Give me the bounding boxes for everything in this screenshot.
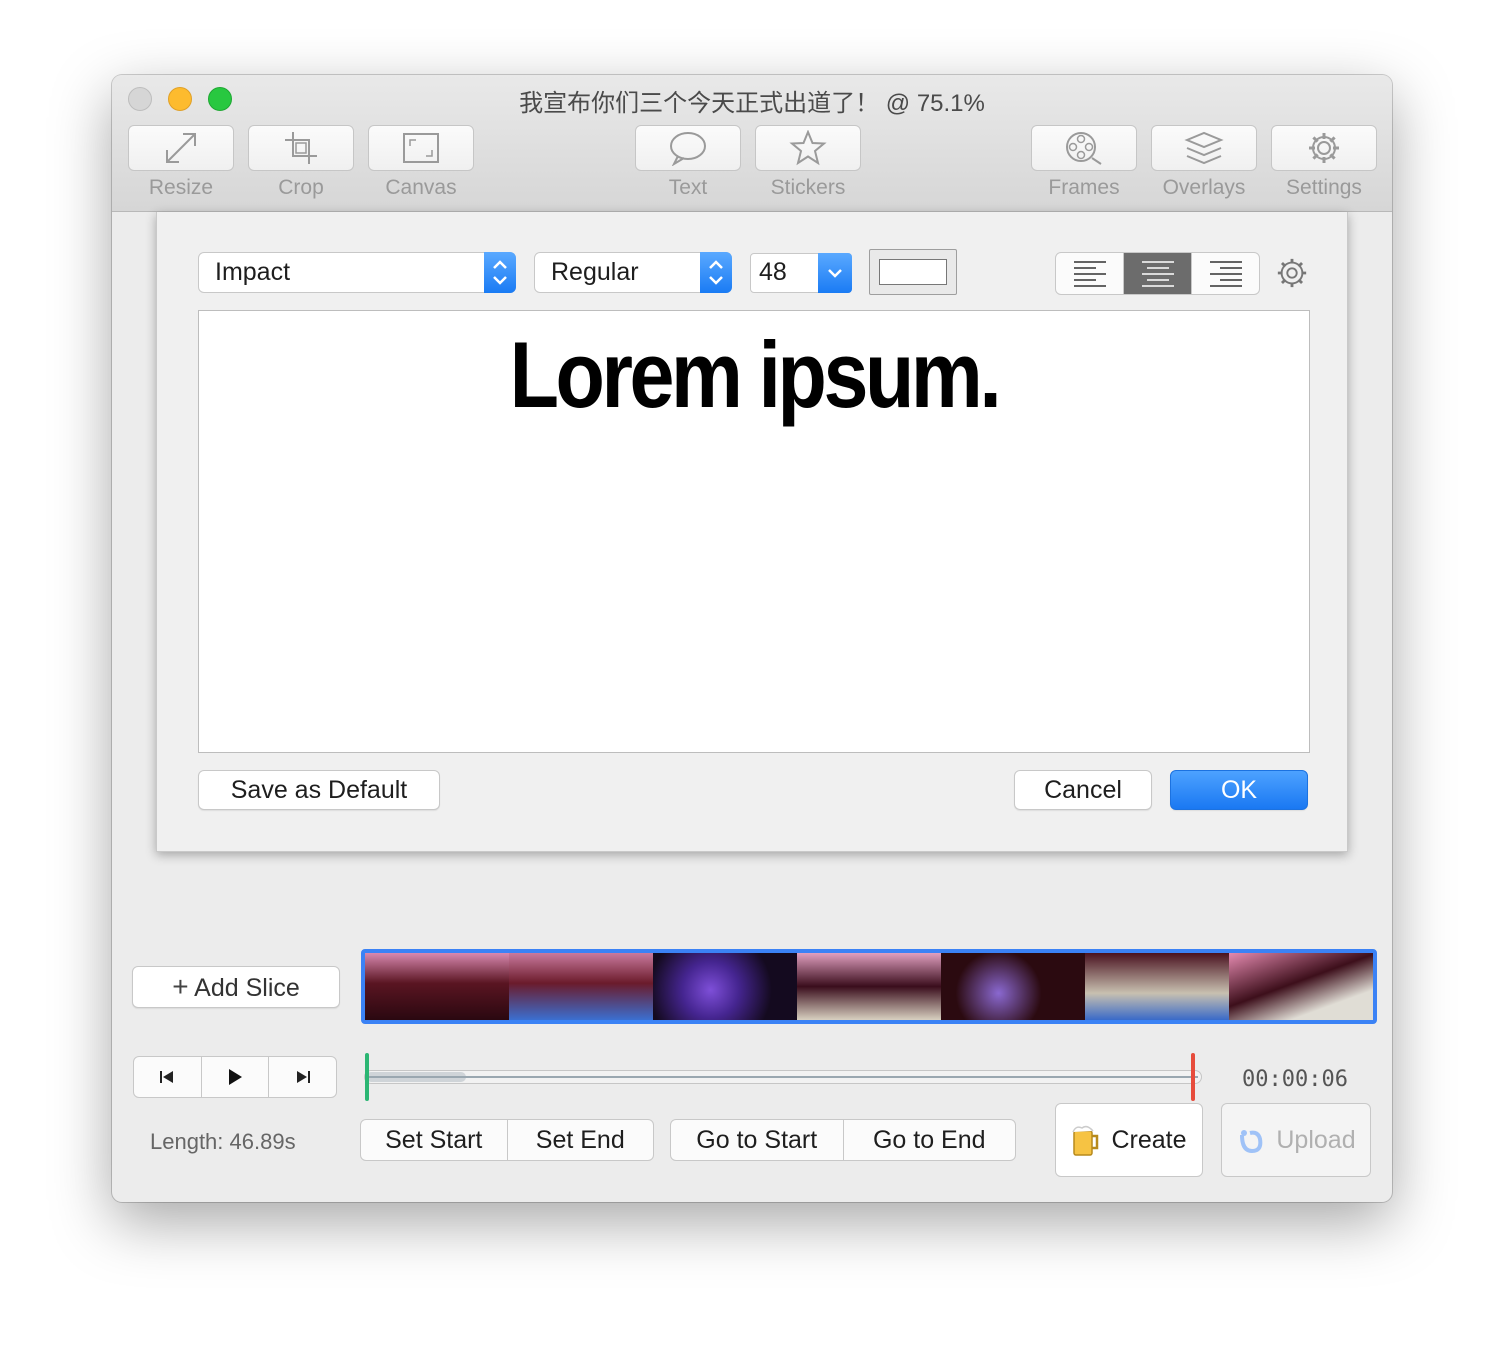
stickers-label: Stickers — [770, 176, 846, 199]
timecode: 00:00:06 — [1242, 1067, 1348, 1092]
font-popup[interactable]: Impact — [198, 252, 516, 293]
resize-label: Resize — [148, 176, 214, 199]
set-end-button[interactable]: Set End — [506, 1120, 654, 1160]
gear-icon — [1309, 133, 1339, 163]
stickers-button[interactable] — [755, 125, 861, 171]
titlebar: 我宣布你们三个今天正式出道了！ @ 75.1% Resize Crop Canv… — [112, 75, 1392, 212]
text-preview[interactable]: Lorem ipsum. — [277, 321, 1232, 429]
filmstrip-frame — [365, 953, 509, 1020]
window-title: 我宣布你们三个今天正式出道了！ @ 75.1% — [519, 90, 985, 117]
overlays-label: Overlays — [1162, 176, 1246, 199]
align-center-button[interactable] — [1123, 253, 1191, 294]
play-icon — [229, 1069, 242, 1085]
film-reel-icon — [1066, 132, 1102, 165]
font-size-combobox[interactable]: 48 — [750, 253, 852, 293]
color-swatch — [879, 259, 947, 285]
text-button[interactable] — [635, 125, 741, 171]
align-right-button[interactable] — [1191, 253, 1259, 294]
skip-forward-button[interactable] — [268, 1057, 336, 1097]
filmstrip-frame — [653, 953, 797, 1020]
text-color-well[interactable] — [869, 249, 957, 295]
crop-label: Crop — [278, 176, 324, 199]
length-label: Length: 46.89s — [150, 1129, 296, 1154]
upload-button[interactable]: Upload — [1221, 1103, 1371, 1177]
ok-button[interactable]: OK — [1170, 770, 1308, 810]
filmstrip-frame — [797, 953, 941, 1020]
settings-label: Settings — [1286, 176, 1362, 199]
toolbar-text[interactable]: Text — [635, 125, 741, 200]
skip-back-icon — [160, 1071, 174, 1083]
plus-icon: + — [172, 971, 189, 1002]
beer-mug-icon — [1072, 1125, 1099, 1156]
save-as-default-button[interactable]: Save as Default — [198, 770, 440, 810]
end-marker[interactable] — [1191, 1053, 1195, 1101]
layers-icon — [1184, 131, 1224, 165]
cancel-button[interactable]: Cancel — [1014, 770, 1152, 810]
timeline-track[interactable] — [364, 1053, 1202, 1101]
toolbar-frames[interactable]: Frames — [1031, 125, 1137, 200]
app-window: 我宣布你们三个今天正式出道了！ @ 75.1% Resize Crop Canv… — [112, 75, 1392, 1202]
resize-icon — [166, 133, 196, 163]
settings-button[interactable] — [1271, 125, 1377, 171]
add-slice-button[interactable]: + Add Slice — [132, 966, 340, 1008]
text-editor[interactable]: Lorem ipsum. — [198, 310, 1310, 753]
star-icon — [789, 130, 827, 166]
crop-button[interactable] — [248, 125, 354, 171]
filmstrip-frame — [1229, 953, 1373, 1020]
style-value: Regular — [551, 258, 639, 286]
toolbar-stickers[interactable]: Stickers — [755, 125, 861, 200]
align-right-icon — [1209, 260, 1242, 287]
create-button[interactable]: Create — [1055, 1103, 1203, 1177]
filmstrip-frame — [509, 953, 653, 1020]
go-to-end-button[interactable]: Go to End — [842, 1120, 1016, 1160]
speech-bubble-icon — [670, 132, 706, 166]
start-end-control: Set Start Set End — [360, 1119, 654, 1161]
canvas-icon — [403, 133, 439, 163]
toolbar-overlays[interactable]: Overlays — [1151, 125, 1257, 200]
toolbar-crop[interactable]: Crop — [248, 125, 354, 200]
upload-label: Upload — [1276, 1125, 1356, 1154]
font-stepper-icon — [484, 252, 516, 293]
style-stepper-icon — [700, 252, 732, 293]
text-options-gear-icon[interactable] — [1275, 256, 1309, 295]
overlays-button[interactable] — [1151, 125, 1257, 171]
create-label: Create — [1111, 1125, 1187, 1154]
text-label: Text — [668, 176, 708, 199]
skip-forward-icon — [296, 1071, 310, 1083]
toolbar-canvas[interactable]: Canvas — [368, 125, 474, 200]
font-value: Impact — [215, 258, 291, 286]
align-center-icon — [1141, 260, 1174, 287]
crop-icon — [285, 132, 317, 164]
canvas-button[interactable] — [368, 125, 474, 171]
add-slice-label: Add Slice — [194, 974, 300, 1002]
toolbar-settings[interactable]: Settings — [1271, 125, 1377, 200]
canvas-label: Canvas — [385, 176, 457, 199]
go-to-control: Go to Start Go to End — [670, 1119, 1016, 1161]
frames-label: Frames — [1048, 176, 1120, 199]
start-marker[interactable] — [365, 1053, 369, 1101]
filmstrip-frame — [941, 953, 1085, 1020]
upload-swirl-icon — [1240, 1130, 1263, 1154]
font-size-value[interactable]: 48 — [759, 258, 787, 287]
style-popup[interactable]: Regular — [534, 252, 732, 293]
slice-filmstrip[interactable] — [361, 949, 1377, 1024]
selection-line — [366, 1076, 1198, 1078]
align-left-icon — [1073, 260, 1106, 287]
transport-controls — [133, 1056, 337, 1098]
filmstrip-frame — [1085, 953, 1229, 1020]
alignment-control[interactable] — [1055, 252, 1260, 295]
frames-button[interactable] — [1031, 125, 1137, 171]
toolbar-resize[interactable]: Resize — [128, 125, 234, 200]
play-button[interactable] — [200, 1057, 269, 1097]
go-to-start-button[interactable]: Go to Start — [671, 1120, 843, 1160]
resize-button[interactable] — [128, 125, 234, 171]
text-dialog: Impact Regular 48 Lorem ipsum. Save as D… — [156, 212, 1348, 852]
skip-back-button[interactable] — [134, 1057, 201, 1097]
set-start-button[interactable]: Set Start — [361, 1120, 507, 1160]
chevron-down-icon[interactable] — [818, 253, 852, 293]
align-left-button[interactable] — [1056, 253, 1123, 294]
